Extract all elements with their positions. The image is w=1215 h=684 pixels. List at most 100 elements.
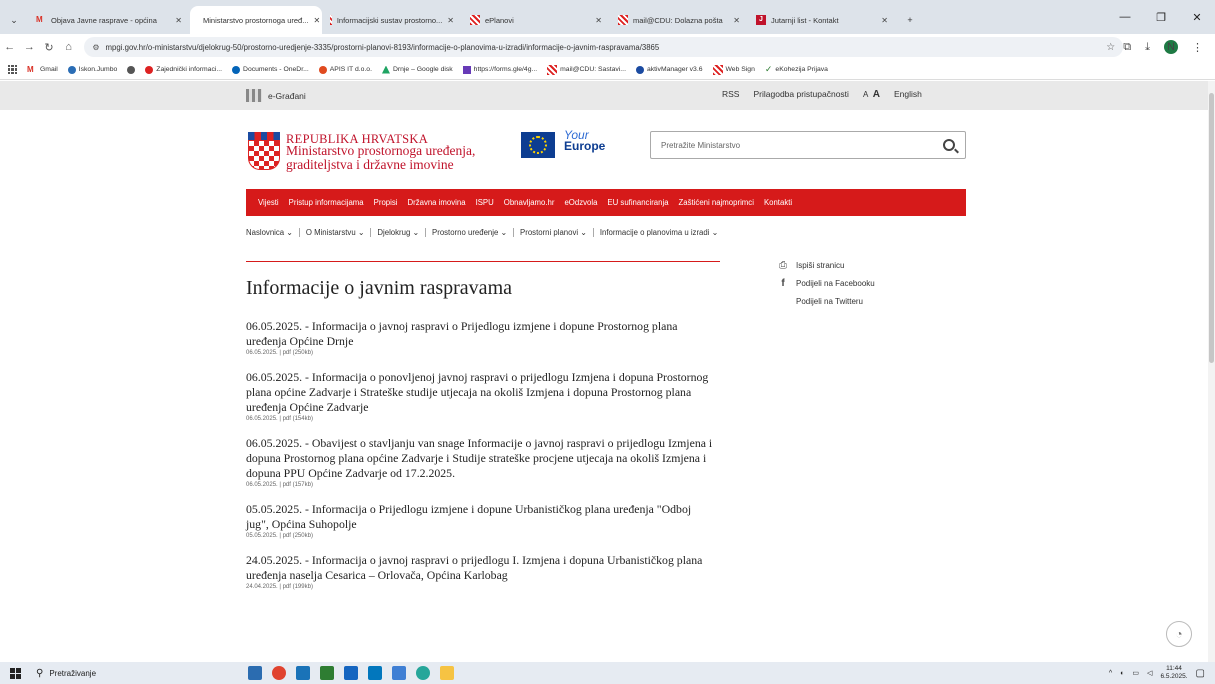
app-icon[interactable]: [416, 666, 430, 680]
eu-flag-icon[interactable]: [521, 132, 555, 158]
breadcrumb-item[interactable]: Informacije o planovima u izradi ⌄: [594, 228, 724, 237]
display-icon[interactable]: ▭: [1132, 669, 1139, 677]
announcement-link[interactable]: 06.05.2025. - Informacija o ponovljenoj …: [246, 370, 716, 415]
close-tab-icon[interactable]: ✕: [595, 16, 602, 25]
url-bar[interactable]: ⚙ mpgi.gov.hr/o-ministarstvu/djelokrug-5…: [84, 37, 1124, 57]
download-icon[interactable]: ⤓: [1145, 41, 1150, 54]
bookmark-websign[interactable]: Web Sign: [712, 64, 755, 75]
english-link[interactable]: English: [894, 89, 922, 100]
notifications-icon[interactable]: ▢: [1196, 668, 1205, 679]
bookmark-mail-cdu[interactable]: mail@CDU: Sastavi...: [547, 64, 626, 75]
nav-item-zasticeni[interactable]: Zaštićeni najmoprimci: [679, 198, 754, 207]
reload-icon[interactable]: ↻: [39, 41, 59, 54]
bookmark-onedrive[interactable]: Documents - OneDr...: [232, 65, 309, 74]
nav-item-drzavna-imovina[interactable]: Državna imovina: [407, 198, 465, 207]
maximize-icon[interactable]: ❐: [1143, 11, 1179, 24]
app-icon[interactable]: [296, 666, 310, 680]
breadcrumb-item[interactable]: Prostorno uređenje ⌄: [426, 228, 515, 237]
close-tab-icon[interactable]: ✕: [733, 16, 740, 25]
tab-search-chevron-icon[interactable]: ⌄: [0, 6, 28, 34]
volume-icon[interactable]: ◁: [1147, 669, 1152, 677]
breadcrumb-item[interactable]: Naslovnica ⌄: [246, 228, 300, 237]
home-icon[interactable]: ⌂: [59, 41, 79, 53]
scrollbar-thumb[interactable]: [1209, 93, 1214, 363]
facebook-share-link[interactable]: f Podijeli na Facebooku: [778, 274, 874, 292]
bookmark-gmail[interactable]: M Gmail: [27, 65, 58, 74]
search-icon[interactable]: [943, 139, 955, 151]
forward-icon[interactable]: →: [20, 41, 40, 53]
close-tab-icon[interactable]: ✕: [175, 16, 182, 25]
bookmark-google-drive[interactable]: Drnje – Google disk: [381, 65, 453, 74]
taskbar-search[interactable]: ⚲ Pretraživanje: [30, 662, 220, 684]
close-window-icon[interactable]: ✕: [1179, 11, 1215, 24]
back-icon[interactable]: ←: [0, 41, 20, 53]
announcement-link[interactable]: 24.05.2025. - Informacija o javnoj raspr…: [246, 553, 716, 583]
app-icon[interactable]: [368, 666, 382, 680]
egradjani-link[interactable]: e-Građani: [246, 89, 306, 102]
site-search-input[interactable]: Pretražite Ministarstvo: [650, 131, 966, 159]
apps-grid-icon[interactable]: [8, 65, 17, 74]
tray-chevron-icon[interactable]: ^: [1109, 670, 1112, 677]
nav-item-eodzvola[interactable]: eOdzvola: [564, 198, 597, 207]
excel-icon[interactable]: [320, 666, 334, 680]
menu-icon[interactable]: ⋮: [1192, 41, 1203, 54]
browser-tab[interactable]: J Jutarnji list - Kontakt ✕: [748, 6, 896, 34]
nav-item-ispu[interactable]: ISPU: [476, 198, 494, 207]
coat-of-arms-icon[interactable]: [248, 132, 280, 172]
chrome-icon[interactable]: [272, 666, 286, 680]
bookmark-unnamed[interactable]: [127, 65, 136, 74]
close-tab-icon[interactable]: ✕: [447, 16, 454, 25]
bookmark-ekohezija[interactable]: ✓ eKohezija Prijava: [765, 64, 828, 75]
breadcrumb-item[interactable]: Djelokrug ⌄: [371, 228, 427, 237]
announcement-meta[interactable]: 24.04.2025. | pdf (199kb): [246, 584, 716, 590]
announcement-meta[interactable]: 06.05.2025. | pdf (154kb): [246, 416, 716, 422]
announcement-link[interactable]: 06.05.2025. - Informacija o javnoj raspr…: [246, 319, 716, 349]
extensions-icon[interactable]: ⧉: [1123, 41, 1131, 54]
announcement-link[interactable]: 06.05.2025. - Obavijest o stavljanju van…: [246, 436, 716, 481]
announcement-meta[interactable]: 06.05.2025. | pdf (157kb): [246, 482, 716, 488]
font-size-toggle[interactable]: A A: [863, 89, 880, 100]
ministry-name[interactable]: Ministarstvo prostornoga uređenja, gradi…: [286, 144, 506, 172]
accessibility-link[interactable]: Prilagodba pristupačnosti: [753, 89, 848, 100]
nav-item-eu-sufinanciranja[interactable]: EU sufinanciranja: [607, 198, 668, 207]
nav-item-obnavljamo[interactable]: Obnavljamo.hr: [504, 198, 555, 207]
nav-item-vijesti[interactable]: Vijesti: [258, 198, 279, 207]
browser-tab[interactable]: mail@CDU: Dolazna pošta ✕: [610, 6, 748, 34]
app-icon[interactable]: [392, 666, 406, 680]
close-tab-icon[interactable]: ✕: [881, 16, 888, 25]
bookmark-apis[interactable]: APIS IT d.o.o.: [318, 65, 372, 74]
announcement-link[interactable]: 05.05.2025. - Informacija o Prijedlogu i…: [246, 502, 716, 532]
network-icon[interactable]: ◐: [1120, 670, 1124, 677]
twitter-share-link[interactable]: Podijeli na Twitteru: [778, 292, 875, 310]
breadcrumb-item[interactable]: O Ministarstvu ⌄: [300, 228, 372, 237]
minimize-icon[interactable]: —: [1107, 11, 1143, 23]
nav-item-kontakti[interactable]: Kontakti: [764, 198, 792, 207]
announcement-meta[interactable]: 05.05.2025. | pdf (250kb): [246, 533, 716, 539]
rss-link[interactable]: RSS: [722, 89, 739, 100]
browser-tab[interactable]: Informacijski sustav prostorno... ✕: [322, 6, 462, 34]
bookmark-forms[interactable]: https://forms.gle/4g...: [462, 65, 537, 74]
announcement-meta[interactable]: 06.05.2025. | pdf (250kb): [246, 350, 716, 356]
close-tab-icon[interactable]: ✕: [313, 16, 320, 25]
windows-start-icon[interactable]: [0, 662, 30, 684]
print-link[interactable]: ⎙ Ispiši stranicu: [778, 256, 875, 274]
nav-item-pristup[interactable]: Pristup informacijama: [289, 198, 364, 207]
outlook-icon[interactable]: [344, 666, 358, 680]
file-explorer-icon[interactable]: [440, 666, 454, 680]
bookmark-aktivmanager[interactable]: aktivManager v3.6: [635, 65, 703, 74]
your-europe-logo[interactable]: Your Europe: [564, 129, 605, 152]
nav-item-propisi[interactable]: Propisi: [374, 198, 398, 207]
clock[interactable]: 11:44 6.5.2025.: [1160, 665, 1187, 681]
profile-avatar[interactable]: N: [1164, 40, 1178, 54]
task-view-icon[interactable]: [248, 666, 262, 680]
breadcrumb-item[interactable]: Prostorni planovi ⌄: [514, 228, 594, 237]
new-tab-button[interactable]: +: [896, 6, 924, 34]
bookmark-star-icon[interactable]: ☆: [1106, 42, 1115, 53]
cookie-settings-icon[interactable]: ◔: [1166, 621, 1192, 647]
bookmark-zajednicki[interactable]: Zajednički informaci...: [145, 65, 222, 74]
page-scrollbar[interactable]: [1208, 81, 1215, 662]
browser-tab-active[interactable]: Ministarstvo prostornoga uređ... ✕: [190, 6, 322, 34]
site-info-icon[interactable]: ⚙: [92, 43, 99, 52]
bookmark-iskon[interactable]: Iskon.Jumbo: [67, 65, 117, 74]
browser-tab[interactable]: M Objava Javne rasprave - općina ✕: [28, 6, 190, 34]
